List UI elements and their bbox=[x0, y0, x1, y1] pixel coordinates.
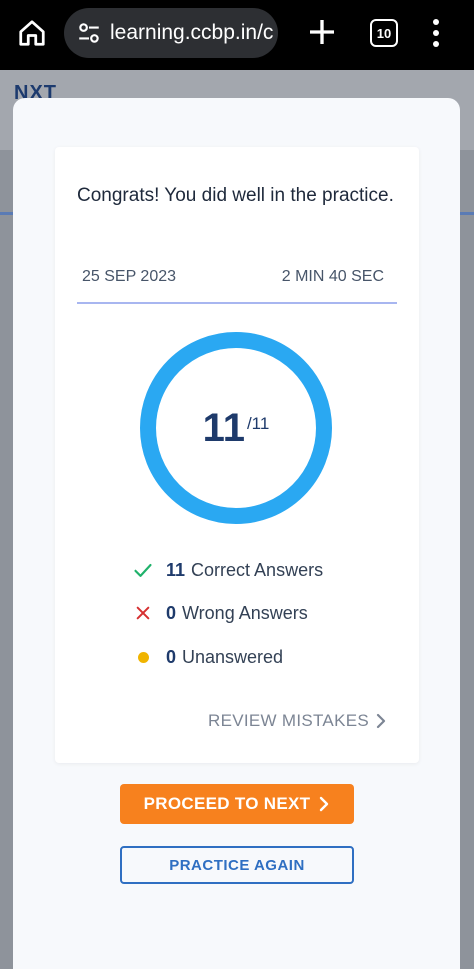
score-display: 11 /11 bbox=[138, 330, 334, 526]
correct-count: 11 bbox=[166, 559, 186, 580]
correct-label: Correct Answers bbox=[191, 559, 324, 580]
site-settings-icon[interactable] bbox=[76, 20, 102, 46]
unanswered-count: 0 bbox=[166, 646, 177, 667]
dot-icon bbox=[132, 646, 154, 668]
check-icon bbox=[132, 559, 154, 581]
cross-icon bbox=[132, 602, 154, 624]
proceed-to-next-button[interactable]: PROCEED TO NEXT bbox=[120, 784, 354, 824]
practice-again-button[interactable]: PRACTICE AGAIN bbox=[120, 846, 354, 884]
practice-label: PRACTICE AGAIN bbox=[169, 856, 305, 874]
practice-date: 25 SEP 2023 bbox=[82, 268, 177, 285]
plus-icon[interactable] bbox=[306, 16, 338, 48]
score-value: 11 bbox=[202, 405, 245, 450]
score-total: /11 bbox=[246, 414, 270, 433]
review-mistakes-link[interactable]: REVIEW MISTAKES bbox=[208, 708, 387, 734]
unanswered-label: Unanswered bbox=[182, 646, 284, 667]
more-vert-icon[interactable] bbox=[424, 16, 448, 50]
tab-switcher-icon[interactable]: 10 bbox=[370, 19, 398, 47]
stat-correct: 11 Correct Answers bbox=[132, 557, 323, 583]
review-mistakes-label: REVIEW MISTAKES bbox=[208, 711, 369, 730]
congrats-message: Congrats! You did well in the practice. bbox=[77, 185, 394, 206]
home-button[interactable] bbox=[14, 15, 50, 51]
proceed-label: PROCEED TO NEXT bbox=[143, 794, 311, 813]
browser-toolbar: learning.ccbp.in/c 10 bbox=[0, 0, 474, 70]
practice-duration: 2 MIN 40 SEC bbox=[281, 268, 384, 285]
wrong-count: 0 bbox=[166, 602, 177, 623]
wrong-label: Wrong Answers bbox=[182, 602, 308, 623]
address-bar[interactable]: learning.ccbp.in/c bbox=[64, 8, 278, 58]
result-meta: 25 SEP 2023 2 MIN 40 SEC bbox=[77, 268, 397, 304]
chevron-right-icon bbox=[376, 713, 386, 729]
chevron-right-icon bbox=[320, 796, 329, 812]
stat-unanswered: 0 Unanswered bbox=[132, 644, 283, 670]
stat-wrong: 0 Wrong Answers bbox=[132, 600, 308, 626]
home-icon bbox=[19, 20, 45, 46]
url-text: learning.ccbp.in/c bbox=[110, 21, 274, 44]
